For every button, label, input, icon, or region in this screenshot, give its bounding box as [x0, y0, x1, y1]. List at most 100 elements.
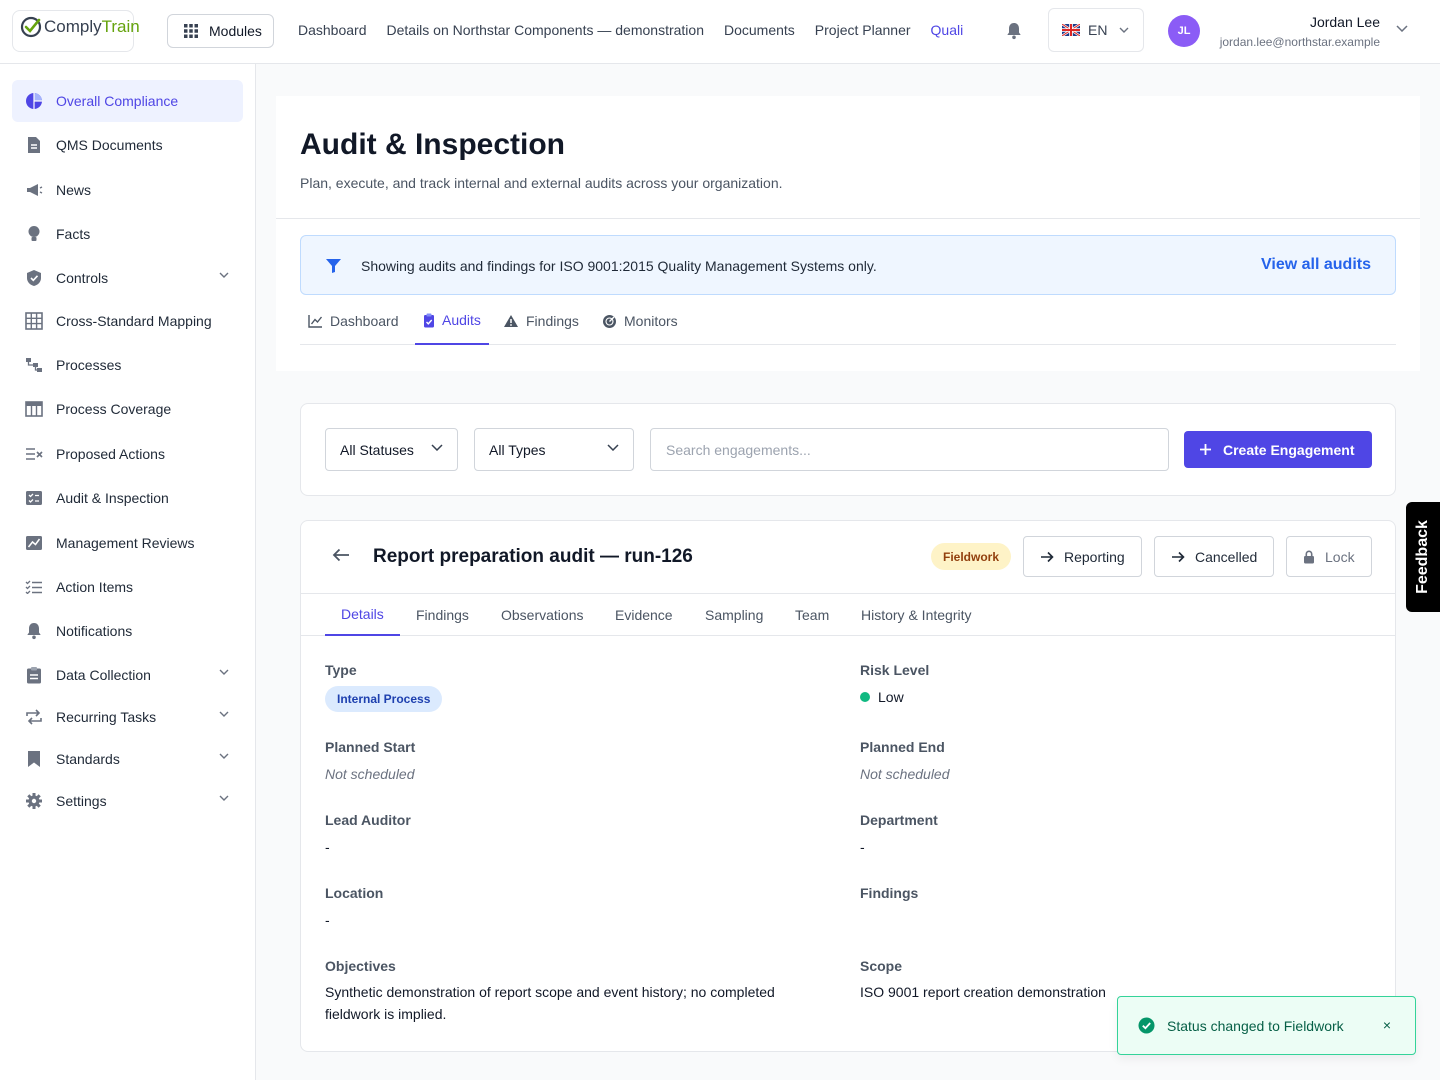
status-badge: Fieldwork: [931, 543, 1012, 570]
type-badge: Internal Process: [325, 686, 443, 712]
tab-observations[interactable]: Observations: [501, 594, 583, 636]
lock-icon: [1304, 550, 1314, 563]
plus-icon: [1200, 444, 1211, 455]
chart-box-icon: [25, 534, 43, 552]
repeat-icon: [25, 708, 43, 726]
topnav-documents[interactable]: Documents: [724, 22, 795, 38]
tab-label: Dashboard: [330, 313, 399, 329]
checklist-icon: [25, 489, 43, 507]
sidebar-item-action-items[interactable]: Action Items: [12, 566, 243, 608]
type-filter-select[interactable]: All Types: [474, 428, 634, 471]
divider: [276, 218, 1420, 219]
sidebar-item-data-collection[interactable]: Data Collection: [12, 654, 243, 696]
type-label: Type: [325, 662, 357, 678]
topnav-project-planner[interactable]: Project Planner: [815, 22, 911, 38]
modules-button[interactable]: Modules: [167, 14, 274, 48]
tab-dashboard[interactable]: Dashboard: [308, 297, 399, 345]
sidebar-item-processes[interactable]: Processes: [12, 344, 243, 386]
sidebar-item-audit-inspection[interactable]: Audit & Inspection: [12, 477, 243, 519]
clipboard-check-icon: [424, 313, 434, 327]
sidebar-item-label: Audit & Inspection: [56, 490, 169, 506]
tab-details[interactable]: Details: [325, 594, 400, 636]
tab-sampling[interactable]: Sampling: [705, 594, 763, 636]
tab-history-integrity[interactable]: History & Integrity: [861, 594, 971, 636]
tab-monitors[interactable]: Monitors: [602, 297, 678, 345]
sidebar: Overall Compliance QMS Documents News Fa…: [0, 64, 256, 1080]
department-value: -: [860, 839, 865, 855]
engagement-detail-card: Report preparation audit — run-126 Field…: [300, 520, 1396, 1052]
page-title: Audit & Inspection: [300, 128, 565, 161]
tab-findings[interactable]: Findings: [416, 594, 469, 636]
tab-label: Findings: [526, 313, 579, 329]
user-name[interactable]: Jordan Lee: [1310, 14, 1380, 30]
user-menu-chevron-icon[interactable]: [1396, 25, 1408, 32]
tab-audits[interactable]: Audits: [415, 297, 489, 345]
feedback-tab[interactable]: Feedback: [1406, 502, 1440, 612]
objectives-value: Synthetic demonstration of report scope …: [325, 984, 775, 1022]
status-filter-value: All Statuses: [340, 441, 414, 458]
filter-icon: [325, 258, 342, 274]
toast-close-icon[interactable]: ×: [1383, 1017, 1391, 1033]
megaphone-icon: [25, 181, 43, 199]
sidebar-item-process-coverage[interactable]: Process Coverage: [12, 388, 243, 430]
chevron-down-icon: [1119, 27, 1129, 33]
topnav-quali[interactable]: Quali: [931, 22, 964, 38]
sidebar-item-standards[interactable]: Standards: [12, 738, 243, 780]
notifications-bell-icon[interactable]: [1006, 22, 1022, 40]
sidebar-item-label: Action Items: [56, 579, 134, 595]
list-check-icon: [25, 578, 43, 596]
list-x-icon: [25, 445, 43, 463]
transition-cancelled-button[interactable]: Cancelled: [1154, 536, 1274, 577]
sidebar-item-recurring-tasks[interactable]: Recurring Tasks: [12, 696, 243, 738]
risk-level-label: Risk Level: [860, 662, 930, 678]
app-logo[interactable]: Comply Train: [20, 16, 140, 38]
sidebar-item-cross-standard-mapping[interactable]: Cross-Standard Mapping: [12, 300, 243, 342]
tab-team[interactable]: Team: [795, 594, 829, 636]
transition-reporting-button[interactable]: Reporting: [1023, 536, 1142, 577]
sidebar-item-label: News: [56, 182, 92, 198]
chevron-down-icon: [431, 444, 443, 451]
top-bar: Comply Train Modules Dashboard Details on…: [0, 0, 1440, 64]
language-selector[interactable]: EN: [1048, 8, 1144, 52]
cancelled-label: Cancelled: [1195, 548, 1258, 565]
lead-auditor-label: Lead Auditor: [325, 812, 411, 828]
create-engagement-button[interactable]: Create Engagement: [1184, 431, 1372, 468]
document-icon: [25, 136, 43, 154]
sidebar-item-label: Processes: [56, 357, 122, 373]
tab-findings[interactable]: Findings: [503, 297, 579, 345]
logo-text-part1: Comply: [44, 17, 102, 36]
avatar[interactable]: JL: [1168, 15, 1200, 47]
topnav-dashboard[interactable]: Dashboard: [298, 22, 367, 38]
chevron-down-icon: [219, 795, 229, 801]
grid-icon: [25, 312, 43, 330]
scope-label: Scope: [860, 958, 903, 974]
sidebar-item-label: Controls: [56, 270, 109, 286]
lead-auditor-value: -: [325, 839, 330, 855]
sidebar-item-facts[interactable]: Facts: [12, 213, 243, 255]
topnav-details[interactable]: Details on Northstar Components — demons…: [387, 22, 704, 38]
sidebar-item-controls[interactable]: Controls: [12, 257, 243, 299]
toast-message: Status changed to Fieldwork: [1167, 1017, 1344, 1034]
sidebar-item-notifications[interactable]: Notifications: [12, 610, 243, 652]
sidebar-item-settings[interactable]: Settings: [12, 780, 243, 822]
sidebar-item-overall-compliance[interactable]: Overall Compliance: [12, 80, 243, 122]
gear-icon: [25, 792, 43, 810]
department-label: Department: [860, 812, 938, 828]
search-input[interactable]: [650, 428, 1169, 471]
sidebar-item-qms-documents[interactable]: QMS Documents: [12, 124, 243, 166]
view-all-audits-link[interactable]: View all audits: [1261, 256, 1371, 274]
back-arrow-icon[interactable]: [332, 548, 350, 562]
location-value: -: [325, 912, 330, 928]
modules-label: Modules: [209, 23, 262, 39]
sidebar-item-proposed-actions[interactable]: Proposed Actions: [12, 433, 243, 475]
sidebar-item-label: Management Reviews: [56, 535, 195, 551]
lock-button[interactable]: Lock: [1286, 536, 1372, 577]
sidebar-item-label: Facts: [56, 226, 91, 242]
tab-evidence[interactable]: Evidence: [615, 594, 673, 636]
language-code: EN: [1088, 22, 1108, 38]
risk-indicator-dot: [860, 692, 870, 702]
sidebar-item-management-reviews[interactable]: Management Reviews: [12, 522, 243, 564]
lightbulb-icon: [25, 225, 43, 243]
status-filter-select[interactable]: All Statuses: [325, 428, 458, 471]
sidebar-item-news[interactable]: News: [12, 169, 243, 211]
